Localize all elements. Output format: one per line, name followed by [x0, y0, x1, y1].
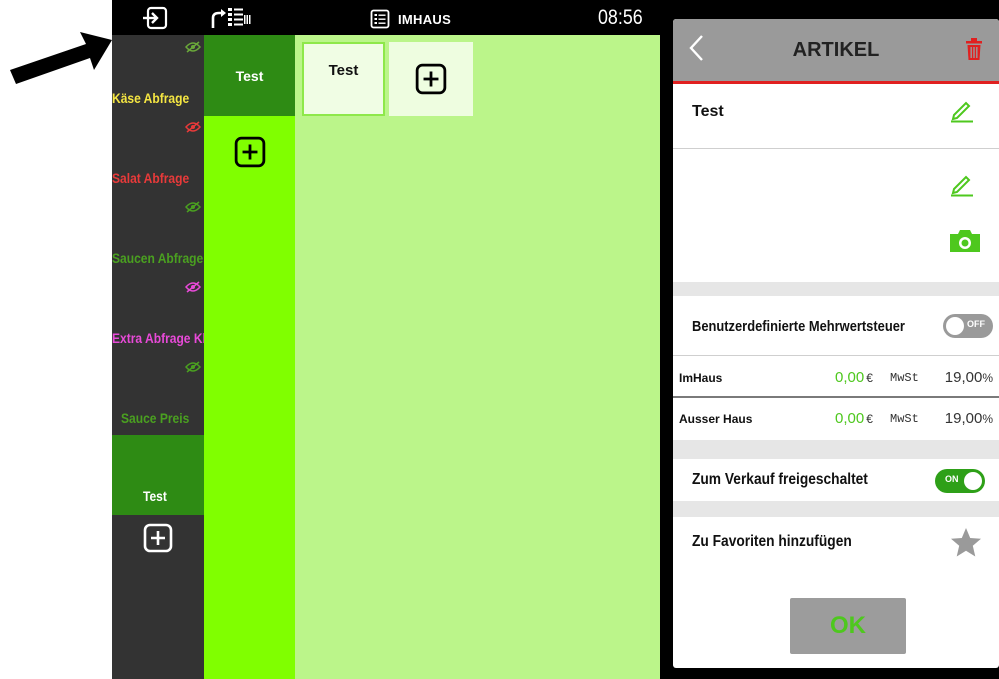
category-label: Saucen Abfrage [112, 250, 204, 266]
hidden-eye-icon[interactable] [185, 201, 201, 213]
price-value[interactable]: 0,00 € [835, 369, 873, 386]
trash-icon[interactable] [965, 37, 983, 61]
logout-icon[interactable] [142, 6, 168, 30]
category-item[interactable]: Sauce Preis [112, 355, 204, 435]
custom-vat-label: Benutzerdefinierte Mehrwertsteuer [692, 318, 905, 335]
category-label: Salat Abfrage [112, 170, 190, 186]
hidden-eye-icon[interactable] [185, 41, 201, 53]
price-row-imhaus[interactable]: ImHaus 0,00 € MwSt 19,00% [673, 358, 999, 398]
divider [673, 440, 999, 459]
hidden-eye-icon[interactable] [185, 121, 201, 133]
vat-label: MwSt [890, 412, 919, 426]
price-label: Ausser Haus [679, 412, 753, 426]
divider [673, 282, 999, 296]
panel-header: ARTIKEL [673, 19, 999, 84]
clock: 08:56 [598, 6, 643, 29]
category-label: Extra Abfrage Kl [112, 330, 204, 346]
category-item-active[interactable]: Test [112, 435, 204, 515]
subgroup-column: Test [204, 35, 295, 679]
category-sidebar: Käse Abfrage Salat Abfrage Saucen Abfrag… [112, 35, 204, 679]
ok-button[interactable]: OK [790, 598, 906, 654]
sale-enabled-label: Zum Verkauf freigeschaltet [692, 471, 868, 488]
category-item[interactable]: Saucen Abfrage [112, 195, 204, 275]
plus-box-icon [415, 63, 447, 95]
plus-box-icon [143, 523, 173, 553]
camera-icon[interactable] [948, 228, 982, 254]
order-mode-label: IMHAUS [398, 11, 452, 27]
article-name: Test [692, 103, 724, 120]
plus-box-icon [234, 136, 265, 168]
status-bar: IMHAUS 08:56 [112, 0, 660, 35]
category-label: Test [143, 488, 167, 504]
vat-value[interactable]: 19,00% [945, 369, 993, 386]
divider [673, 501, 999, 517]
price-value[interactable]: 0,00 € [835, 410, 873, 427]
category-item[interactable]: Salat Abfrage [112, 115, 204, 195]
favorites-label: Zu Favoriten hinzufügen [692, 533, 852, 550]
sale-enabled-toggle[interactable]: ON [935, 469, 985, 493]
hidden-eye-icon[interactable] [185, 361, 201, 373]
price-row-ausser-haus[interactable]: Ausser Haus 0,00 € MwSt 19,00% [673, 399, 999, 439]
article-name-row[interactable]: Test [673, 87, 999, 149]
subgroup-item[interactable]: Test [204, 35, 295, 116]
vat-label: MwSt [890, 371, 919, 385]
category-item[interactable]: Käse Abfrage [112, 35, 204, 115]
article-description-row[interactable] [673, 149, 999, 282]
star-icon[interactable] [950, 527, 982, 558]
receipt-icon [370, 9, 390, 29]
add-category-button[interactable] [112, 515, 204, 553]
hidden-eye-icon[interactable] [185, 281, 201, 293]
tablet-screen: IMHAUS 08:56 Käse Abfrage Salat Abfrage … [112, 0, 999, 679]
price-label: ImHaus [679, 371, 723, 385]
reorder-list-icon[interactable] [211, 6, 251, 30]
category-label: Sauce Preis [121, 410, 190, 426]
add-subgroup-button[interactable] [204, 116, 295, 168]
order-mode[interactable]: IMHAUS [370, 8, 451, 30]
category-item[interactable]: Extra Abfrage Kl [112, 275, 204, 355]
add-article-button[interactable] [389, 42, 473, 116]
pencil-icon[interactable] [949, 97, 975, 123]
sale-enabled-row: Zum Verkauf freigeschaltet ON [673, 461, 999, 501]
article-grid: Test [295, 35, 660, 679]
toggle-state: ON [945, 474, 959, 484]
vat-value[interactable]: 19,00% [945, 410, 993, 427]
category-label: Käse Abfrage [112, 90, 190, 106]
pencil-icon[interactable] [949, 171, 975, 197]
article-panel: ARTIKEL Test Benutzerdefinierte Mehrwert… [673, 19, 999, 668]
custom-vat-toggle[interactable]: OFF [943, 314, 993, 338]
panel-title: ARTIKEL [792, 39, 880, 61]
annotation-arrow [10, 32, 112, 84]
article-tile[interactable]: Test [302, 42, 385, 116]
favorites-row[interactable]: Zu Favoriten hinzufügen [673, 519, 999, 569]
custom-vat-row: Benutzerdefinierte Mehrwertsteuer OFF [673, 296, 999, 356]
toggle-state: OFF [967, 319, 985, 329]
